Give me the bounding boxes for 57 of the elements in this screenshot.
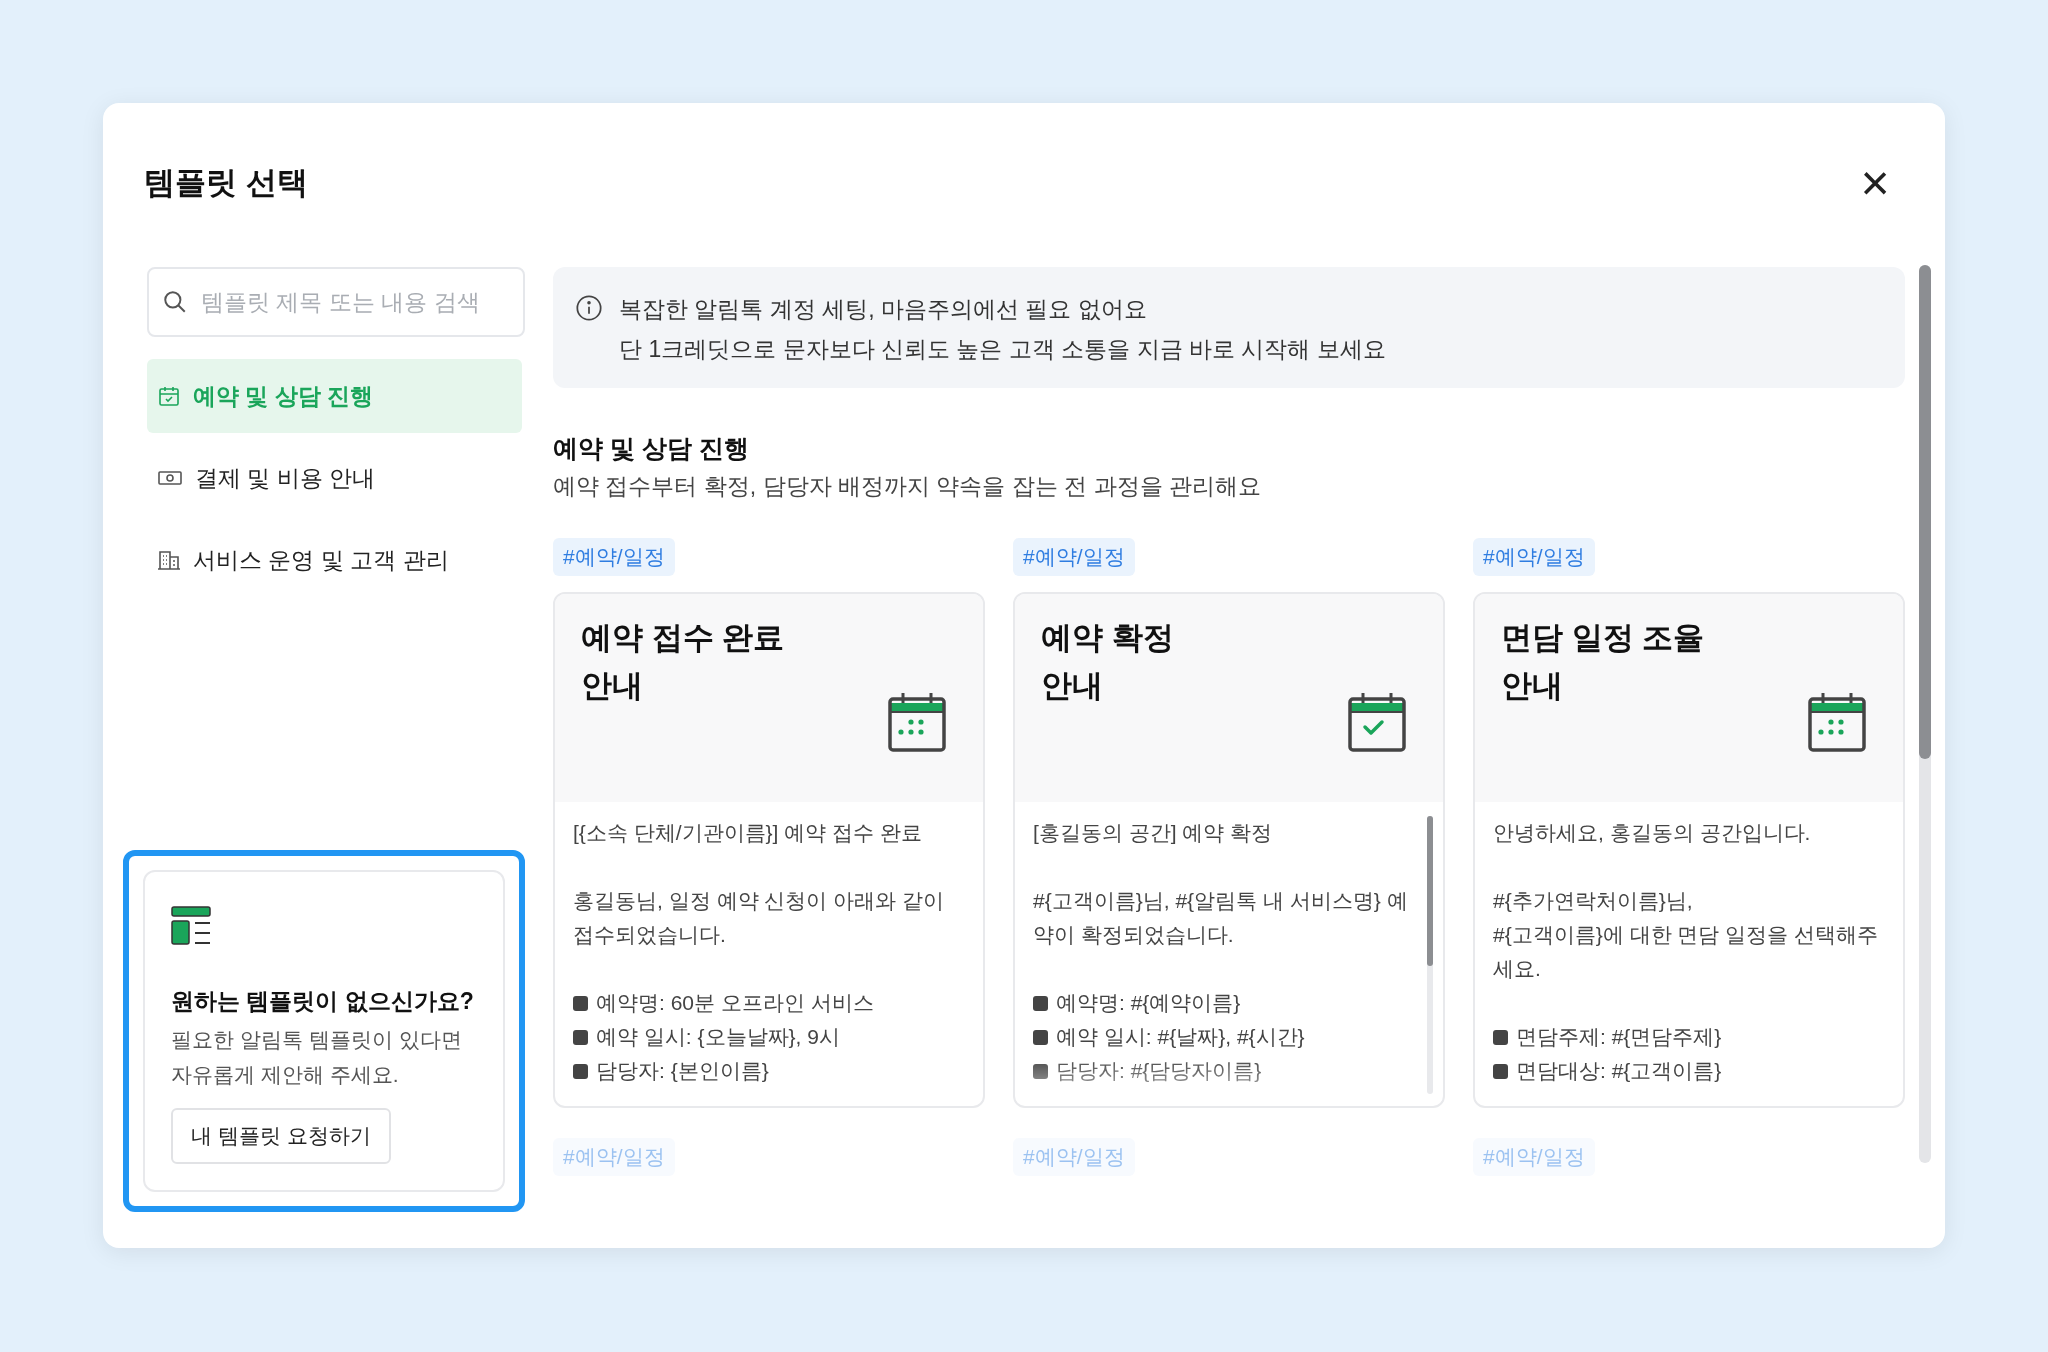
request-title: 원하는 템플릿이 없으신가요? <box>171 987 475 1016</box>
notice-text: 단 1크레딧으로 문자보다 신뢰도 높은 고객 소통을 지금 바로 시작해 보세요 <box>619 335 1386 364</box>
bullet-icon <box>1033 1029 1048 1045</box>
message-text: 예약명: #{예약이름} <box>1056 990 1241 1016</box>
message-text: [{소속 단체/기관이름}] 예약 접수 완료 <box>573 820 923 846</box>
message-text: 예약 일시: #{날짜}, #{시간} <box>1056 1024 1305 1050</box>
search-icon <box>162 289 188 315</box>
message-text: 안녕하세요, 홍길동의 공간입니다. <box>1493 820 1812 846</box>
bullet-icon <box>1033 1063 1048 1079</box>
bullet-icon <box>573 1063 588 1079</box>
card-title: 예약 접수 완료 안내 <box>581 619 786 705</box>
tag-label: #예약/일정 <box>1473 1138 1595 1176</box>
template-card[interactable]: 예약 확정 안내 [홍길동의 공간] 예약 확정 #{고객이름}님, #{알림톡 내 서비스명} 예약이 확정되었습니다. 예약명: #{예약이름} 예약 일시: #{날짜}, #{시간} 담당자: #{담당자이름} <box>1013 592 1445 1108</box>
request-button[interactable]: 내 템플릿 요청하기 <box>171 1108 391 1164</box>
message-text: [홍길동의 공간] 예약 확정 <box>1033 820 1274 846</box>
tag-label: #예약/일정 <box>553 538 675 576</box>
bullet-icon <box>573 995 588 1011</box>
tag-label: #예약/일정 <box>1013 1138 1135 1176</box>
template-card[interactable]: 면담 일정 조율 안내 안녕하세요, 홍길동의 공간입니다. #{추가연락처이름}님, #{고객이름}에 대한 면담 일정을 선택해주세요. 면담주제: #{면담주제} 면담대상: #{고객이름} <box>1473 592 1905 1108</box>
calendar-icon <box>887 690 947 752</box>
message-text: #{추가연락처이름}님, #{고객이름}에 대한 면담 일정을 선택해주세요. <box>1493 888 1879 982</box>
bullet-icon <box>1493 1063 1508 1079</box>
close-button[interactable]: × <box>1851 159 1899 207</box>
message-text: #{고객이름}님, #{알림톡 내 서비스명} 예약이 확정되었습니다. <box>1033 888 1409 948</box>
message-text: 예약 일시: {오늘날짜}, 9시 <box>596 1024 840 1050</box>
request-text: 필요한 알림톡 템플릿이 있다면 자유롭게 제안해 주세요. <box>171 1027 463 1088</box>
building-icon <box>157 548 181 572</box>
tag-label: #예약/일정 <box>1013 538 1135 576</box>
search-field[interactable]: 템플릿 제목 또는 내용 검색 <box>147 267 525 337</box>
bullet-icon <box>1033 995 1048 1011</box>
message-text: 예약명: 60분 오프라인 서비스 <box>596 990 874 1016</box>
message-text: 면담대상: #{고객이름} <box>1516 1058 1722 1084</box>
calendar-icon <box>1807 690 1867 752</box>
section-title: 예약 및 상담 진행 <box>553 433 750 464</box>
section-subtitle: 예약 접수부터 확정, 담당자 배정까지 약속을 잡는 전 과정을 관리해요 <box>553 472 1262 501</box>
category-tab[interactable]: 결제 및 비용 안내 <box>147 441 522 515</box>
card-title: 예약 확정 안내 <box>1041 619 1175 705</box>
scrollbar-thumb[interactable] <box>1919 265 1931 759</box>
category-tab[interactable]: 서비스 운영 및 고객 관리 <box>147 523 522 597</box>
scrollbar[interactable] <box>1919 265 1931 1163</box>
tag-label: #예약/일정 <box>1473 538 1595 576</box>
card-scrollbar[interactable] <box>1427 816 1433 1094</box>
template-card[interactable]: 예약 접수 완료 안내 [{소속 단체/기관이름}] 예약 접수 완료 홍길동님, 일정 예약 신청이 아래와 같이 접수되었습니다. 예약명: 60분 오프라인 서비스 예약 일시: {오늘날짜}, 9시 담당자: {본인이름} <box>553 592 985 1108</box>
message-text: 면담주제: #{면담주제} <box>1516 1024 1722 1050</box>
message-text: 담당자: #{담당자이름} <box>1056 1058 1262 1084</box>
message-text: 홍길동님, 일정 예약 신청이 아래와 같이 접수되었습니다. <box>573 888 945 948</box>
dialog-title: 템플릿 선택 <box>144 164 308 202</box>
tag-label: #예약/일정 <box>553 1138 675 1176</box>
calendar-icon <box>157 384 181 408</box>
card-title: 면담 일정 조율 안내 <box>1501 619 1706 705</box>
message-text: 담당자: {본인이름} <box>596 1058 769 1084</box>
calendar-icon <box>1347 690 1407 752</box>
bullet-icon <box>1493 1029 1508 1045</box>
bullet-icon <box>573 1029 588 1045</box>
template-icon <box>171 906 211 946</box>
info-icon <box>575 294 603 322</box>
notice-text: 복잡한 알림톡 계정 세팅, 마음주의에선 필요 없어요 <box>619 295 1148 324</box>
